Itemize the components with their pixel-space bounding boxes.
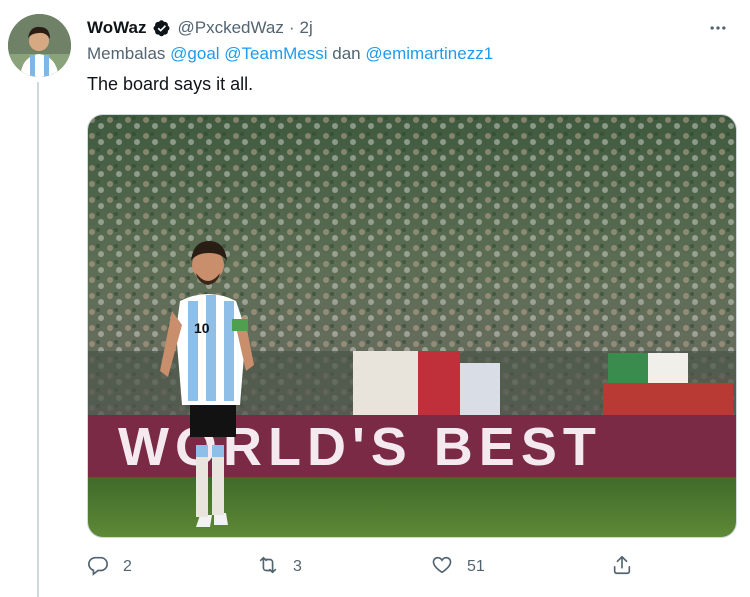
more-icon[interactable] [706, 16, 730, 40]
mention-goal[interactable]: @goal [170, 44, 219, 63]
display-name[interactable]: WoWaz [87, 18, 147, 38]
mention-emimartinezz1[interactable]: @emimartinezz1 [365, 44, 493, 63]
tweet-text: The board says it all. [87, 74, 254, 94]
replying-to-conjunction: dan [332, 44, 361, 63]
like-button[interactable]: 51 [431, 552, 485, 582]
tweet-time[interactable]: 2j [300, 18, 313, 38]
reply-icon [87, 554, 109, 581]
reply-count: 2 [123, 558, 132, 575]
replying-to-label: Membalas [87, 44, 166, 63]
tweet-photo[interactable]: WORLD'S BEST 10 [87, 114, 737, 538]
avatar[interactable] [8, 14, 71, 77]
verified-badge-icon [152, 18, 172, 38]
reply-button[interactable]: 2 [87, 552, 132, 582]
mention-teammessi[interactable]: @TeamMessi [224, 44, 327, 63]
share-button[interactable] [611, 552, 633, 582]
like-count: 51 [467, 558, 485, 575]
thread-line [37, 82, 39, 597]
retweet-count: 3 [293, 558, 302, 575]
share-icon [611, 554, 633, 581]
heart-icon [431, 554, 453, 581]
tweet-header: WoWaz @PxckedWaz · 2j [87, 16, 730, 40]
replying-to: Membalas @goal @TeamMessi dan @emimartin… [87, 44, 493, 64]
separator-dot: · [288, 18, 295, 37]
svg-text:10: 10 [194, 320, 210, 336]
user-handle[interactable]: @PxckedWaz [178, 18, 284, 38]
tweet-actions: 2 3 51 [87, 552, 647, 582]
retweet-icon [257, 554, 279, 581]
retweet-button[interactable]: 3 [257, 552, 302, 582]
